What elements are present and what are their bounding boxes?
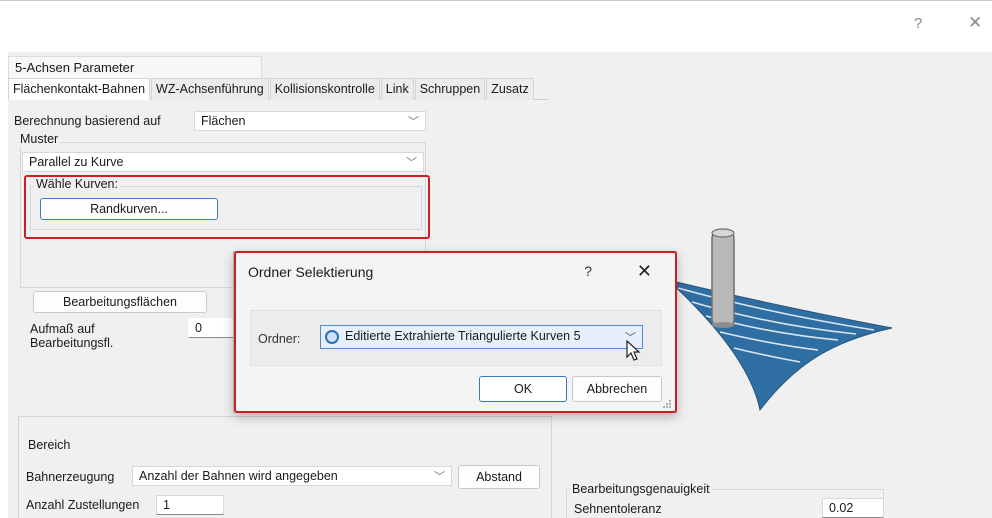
tab-zusatz[interactable]: Zusatz: [486, 78, 534, 100]
close-icon[interactable]: ✕: [968, 13, 982, 33]
tab-schruppen[interactable]: Schruppen: [414, 78, 486, 100]
tab-wz-achsenfuehrung[interactable]: WZ-Achsenführung: [151, 78, 269, 100]
aufmass-input[interactable]: 0: [188, 318, 234, 338]
berechnung-select[interactable]: Flächen ﹀: [194, 111, 426, 131]
surface-tool-illustration: [666, 228, 893, 412]
aufmass-label-line2: Bearbeitungsfl.: [30, 336, 114, 350]
chevron-down-icon: ﹀: [434, 471, 445, 483]
bereich-title: Bereich: [26, 438, 73, 452]
bahnerzeugung-select-value: Anzahl der Bahnen wird angegeben: [139, 469, 338, 483]
bahnerzeugung-select[interactable]: Anzahl der Bahnen wird angegeben ﹀: [132, 466, 452, 486]
berechnung-label: Berechnung basierend auf: [14, 114, 161, 128]
genauigkeit-title: Bearbeitungsgenauigkeit: [570, 482, 712, 496]
abstand-button[interactable]: Abstand: [458, 465, 540, 489]
tab-kollisionskontrolle[interactable]: Kollisionskontrolle: [269, 78, 380, 100]
chevron-down-icon: ﹀: [408, 116, 419, 128]
muster-select[interactable]: Parallel zu Kurve ﹀: [22, 152, 424, 172]
zustellungen-input[interactable]: 1: [156, 495, 224, 515]
window-titlebar: ? ✕: [0, 0, 992, 52]
help-icon[interactable]: ?: [914, 15, 922, 32]
tab-flaechenkontakt-bahnen[interactable]: Flächenkontakt-Bahnen: [8, 78, 151, 100]
sehnentoleranz-input[interactable]: 0.02: [822, 498, 884, 518]
tab-link[interactable]: Link: [380, 78, 414, 100]
bearbeitungsflaechen-button[interactable]: Bearbeitungsflächen: [33, 291, 207, 313]
tab-strip: Flächenkontakt-Bahnen WZ-Achsenführung K…: [8, 78, 548, 100]
highlight-box-kurven: [24, 175, 430, 239]
sehnentoleranz-label: Sehnentoleranz: [574, 502, 662, 516]
group-tab-5-achsen[interactable]: 5-Achsen Parameter: [8, 56, 262, 78]
bahnerzeugung-label: Bahnerzeugung: [26, 470, 115, 484]
muster-title: Muster: [18, 132, 61, 146]
chevron-down-icon: ﹀: [406, 157, 417, 169]
aufmass-label-line1: Aufmaß auf: [30, 322, 95, 336]
berechnung-select-value: Flächen: [201, 114, 246, 128]
zustellungen-label: Anzahl Zustellungen: [26, 498, 140, 512]
highlight-box-dialog: [234, 251, 677, 413]
muster-select-value: Parallel zu Kurve: [29, 155, 124, 169]
